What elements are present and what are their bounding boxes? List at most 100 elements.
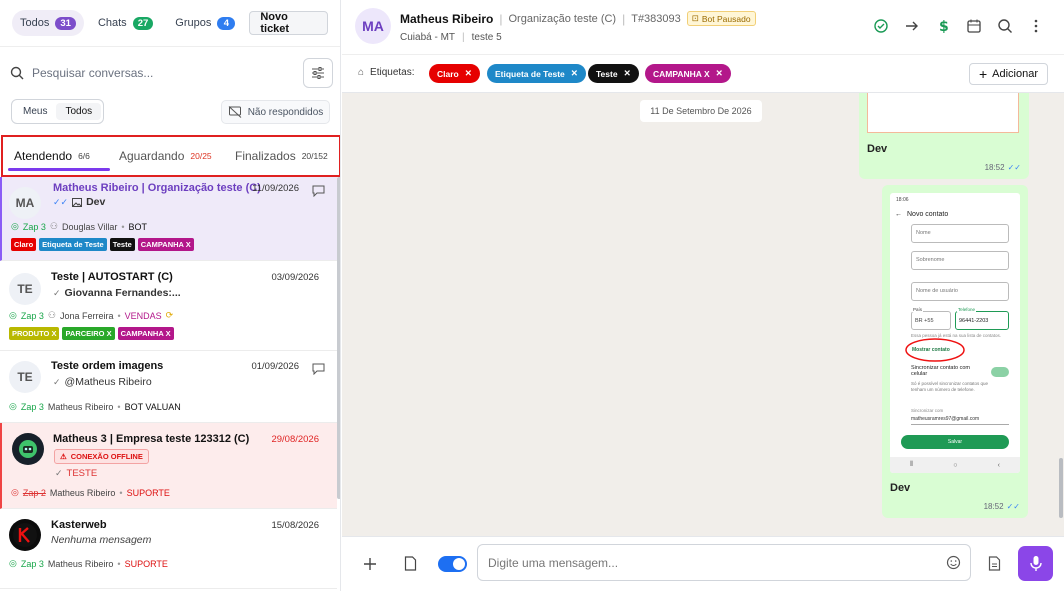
message-time: 18:52 ✓✓ [984, 502, 1020, 511]
phone-country: BR +55 [911, 311, 951, 330]
contact-name[interactable]: Matheus Ribeiro [400, 12, 493, 26]
filter-todos[interactable]: Todos 31 [12, 10, 84, 36]
remove-tag-icon[interactable]: ✕ [571, 68, 578, 79]
message-time-text: 18:52 [983, 502, 1004, 511]
list-scrollbar[interactable] [337, 177, 340, 499]
tag-claro: Claro [11, 238, 37, 251]
file-icon[interactable] [404, 556, 417, 571]
filter-grupos[interactable]: Grupos 4 [167, 10, 243, 36]
filter-chats[interactable]: Chats 27 [90, 10, 161, 36]
header-actions: $ [873, 18, 1044, 34]
tag-campanha-x: CAMPANHA X [117, 327, 174, 340]
avatar: TE [9, 273, 41, 305]
transfer-arrow-icon[interactable] [904, 18, 920, 34]
tab-count: 20/152 [301, 151, 328, 161]
tag-produto-x: PRODUTO X [9, 327, 60, 340]
tab-count: 20/25 [190, 151, 212, 161]
bot-status-text: Bot Pausado [701, 13, 751, 24]
search-input[interactable]: Pesquisar conversas... [32, 66, 153, 80]
double-check-icon: ✓✓ [1007, 163, 1021, 172]
chat-scrollbar[interactable] [1059, 458, 1063, 518]
filter-grupos-label: Grupos [175, 17, 212, 29]
offline-badge-text: CONEXÃO OFFLINE [70, 452, 143, 461]
home-icon: ○ [953, 461, 958, 469]
back-arrow-icon: ← [895, 211, 902, 218]
chip-label: Claro [437, 68, 459, 79]
emoji-icon[interactable] [946, 555, 961, 570]
add-tag-button[interactable]: + Adicionar [968, 63, 1048, 85]
phone-save-button: Salvar [901, 435, 1009, 449]
plus-icon[interactable] [363, 557, 377, 571]
advanced-filter-button[interactable] [303, 58, 333, 88]
message-icon[interactable] [312, 363, 325, 375]
tags-label: ⌂ Etiquetas: [358, 67, 415, 78]
message-input[interactable]: Digite uma mensagem... [477, 544, 971, 581]
no-reply-filter[interactable]: Não respondidos [221, 100, 330, 124]
sync-icon: ⟳ [165, 310, 174, 320]
contact-avatar[interactable]: MA [355, 8, 391, 44]
filter-todos-count: 31 [55, 16, 76, 30]
filter-grupos-count: 4 [217, 16, 236, 30]
svg-text:$: $ [939, 19, 949, 34]
new-ticket-button[interactable]: Novo ticket [249, 11, 328, 35]
tag-etiqueta-de-teste: Etiqueta de Teste [39, 238, 107, 251]
scope-todos[interactable]: Todos [56, 103, 102, 120]
message-image[interactable] [867, 93, 1019, 133]
bot-icon: ⊡ [691, 13, 699, 23]
mic-button[interactable] [1018, 546, 1053, 581]
phone-number: 96441-2203 [955, 311, 1009, 330]
calendar-icon[interactable] [966, 18, 982, 34]
message-image[interactable]: 18:06 ← Novo contato Nome Sobrenome Nome … [890, 193, 1020, 473]
more-vertical-icon[interactable] [1028, 18, 1044, 34]
filter-todos-label: Todos [20, 17, 50, 29]
tab-aguardando[interactable]: Aguardando 20/25 [119, 149, 212, 163]
scope-meus[interactable]: Meus [14, 103, 56, 120]
last-message: ✓ @Matheus Ribeiro [53, 376, 152, 388]
status-tabs: Atendendo 6/6 Aguardando 20/25 Finalizad… [1, 135, 340, 177]
avatar: MA [9, 187, 41, 219]
recent-apps-icon: ⦀ [910, 461, 914, 468]
conversation-name: Teste ordem imagens [51, 360, 164, 372]
search-icon[interactable] [997, 18, 1013, 34]
tab-finalizados[interactable]: Finalizados 20/152 [235, 149, 328, 163]
resolve-check-icon[interactable] [873, 18, 889, 34]
signature-toggle[interactable] [438, 556, 467, 572]
date-divider: 11 De Setembro De 2026 [640, 100, 762, 122]
tab-atendendo[interactable]: Atendendo 6/6 [14, 149, 90, 163]
search-box[interactable]: Pesquisar conversas... [10, 59, 295, 87]
message-icon[interactable] [312, 185, 325, 197]
list-item[interactable]: TE Teste ordem imagens 01/09/2026 ✓ @Mat… [0, 351, 337, 423]
check-icon: ✓ [53, 376, 61, 387]
list-item[interactable]: TE Teste | AUTOSTART (C) 03/09/2026 ✓ Gi… [0, 261, 337, 351]
list-item[interactable]: Matheus 3 | Empresa teste 123312 (C) 29/… [0, 423, 337, 509]
message-bubble[interactable]: 18:06 ← Novo contato Nome Sobrenome Nome … [882, 185, 1028, 518]
chip-campanha-x: CAMPANHA X ✕ [645, 64, 731, 83]
connection-name: Zap 3 [22, 221, 46, 232]
document-icon[interactable] [988, 556, 1001, 571]
remove-tag-icon[interactable]: ✕ [624, 68, 631, 79]
message-bubble[interactable]: Dev 18:52 ✓✓ [859, 93, 1029, 179]
message-text: Dev [890, 482, 911, 494]
list-item[interactable]: MA Matheus Ribeiro | Organização teste (… [0, 177, 337, 261]
add-tag-label: Adicionar [992, 68, 1038, 80]
contact-title: Matheus Ribeiro | Organização teste (C) … [400, 11, 756, 26]
list-item[interactable]: Kasterweb 15/08/2026 Nenhuma mensagem ◎ … [0, 509, 337, 589]
whatsapp-icon: ◎ [9, 401, 17, 411]
scope-toggle: Meus Todos [11, 99, 105, 124]
connection-name: Zap 3 [20, 310, 44, 321]
agent-name: Douglas Villar [61, 221, 118, 232]
remove-tag-icon[interactable]: ✕ [465, 68, 472, 79]
last-message-text: Giovanna Fernandes:... [64, 287, 181, 299]
agent-name: Matheus Ribeiro [47, 401, 114, 412]
dollar-icon[interactable]: $ [935, 18, 951, 34]
remove-tag-icon[interactable]: ✕ [716, 68, 723, 79]
last-message: ✓ TESTE [55, 468, 97, 479]
phone-country-label: País [912, 307, 924, 312]
mic-icon [1029, 556, 1042, 571]
phone-field-sobrenome: Sobrenome [911, 251, 1009, 270]
whatsapp-icon: ◎ [9, 558, 17, 568]
connection-name: Zap 3 [20, 558, 44, 569]
contact-subtitle: Cuiabá - MT | teste 5 [400, 32, 502, 43]
conversation-date: 15/08/2026 [271, 520, 319, 531]
tag-parceiro-x: PARCEIRO X [62, 327, 115, 340]
